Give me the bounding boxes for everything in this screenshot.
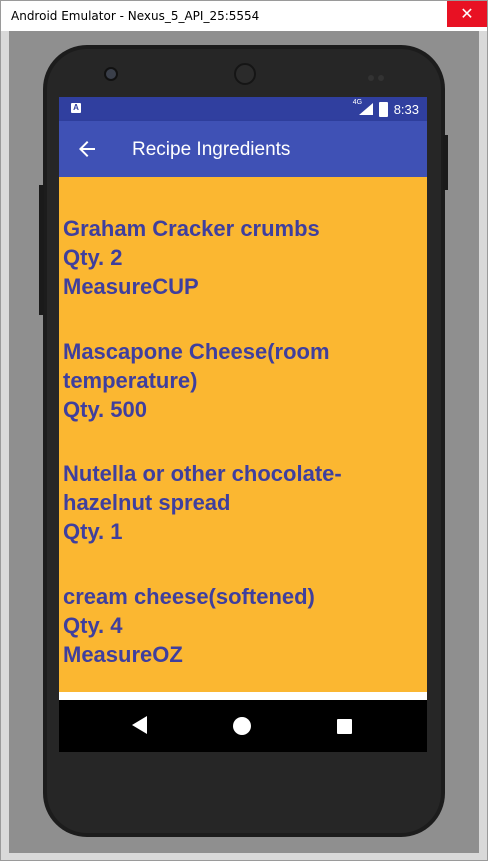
navigation-bar <box>59 700 427 752</box>
status-time: 8:33 <box>393 101 419 117</box>
nav-back-icon[interactable] <box>132 716 147 734</box>
battery-icon <box>378 101 388 117</box>
back-button[interactable] <box>71 133 103 165</box>
ingredient-quantity: Qty. 500 <box>63 397 147 422</box>
proximity-sensors <box>368 68 390 81</box>
ingredient-measure: MeasureOZ <box>63 642 183 667</box>
window-titlebar[interactable]: Android Emulator - Nexus_5_API_25:5554 ✕ <box>1 1 487 31</box>
power-button[interactable] <box>443 135 448 190</box>
ingredient-quantity: Qty. 1 <box>63 519 123 544</box>
window-title: Android Emulator - Nexus_5_API_25:5554 <box>11 9 260 23</box>
nav-recents-icon[interactable] <box>337 719 352 734</box>
ingredients-list[interactable]: Graham Cracker crumbs Qty. 2 MeasureCUP … <box>59 177 427 692</box>
page-title: Recipe Ingredients <box>132 139 291 160</box>
app-bar: Recipe Ingredients <box>59 121 427 177</box>
ingredient-item: Nutella or other chocolate- hazelnut spr… <box>63 459 423 546</box>
ingredient-name-continued: hazelnut spread <box>63 490 231 515</box>
ingredient-name: Nutella or other chocolate- <box>63 461 342 486</box>
ingredient-name-continued: temperature) <box>63 368 198 393</box>
nav-home-icon[interactable] <box>233 717 251 735</box>
ingredient-name: cream cheese(softened) <box>63 584 315 609</box>
app-notification-icon: A <box>71 103 81 113</box>
ingredient-item: cream cheese(softened) Qty. 4 MeasureOZ <box>63 582 423 669</box>
ingredient-item: Mascapone Cheese(room temperature) Qty. … <box>63 337 423 424</box>
ingredient-name: Graham Cracker crumbs <box>63 216 320 241</box>
device-screen: A 4G 8:33 Recipe Ingredients Graham Crac… <box>59 97 427 752</box>
status-icons: 4G 8:33 <box>353 99 419 118</box>
earpiece-speaker <box>234 63 256 85</box>
ingredient-measure: MeasureCUP <box>63 274 199 299</box>
signal-icon: 4G <box>353 99 373 115</box>
arrow-left-icon <box>79 141 95 157</box>
ingredient-quantity: Qty. 4 <box>63 613 123 638</box>
ingredient-item: Graham Cracker crumbs Qty. 2 MeasureCUP <box>63 214 423 301</box>
ingredient-quantity: Qty. 2 <box>63 245 123 270</box>
ingredient-name: Mascapone Cheese(room <box>63 339 330 364</box>
volume-button[interactable] <box>39 185 44 315</box>
network-type-label: 4G <box>352 99 363 106</box>
window-close-button[interactable]: ✕ <box>447 1 487 27</box>
status-bar: A 4G 8:33 <box>59 97 427 121</box>
front-camera <box>104 67 118 81</box>
